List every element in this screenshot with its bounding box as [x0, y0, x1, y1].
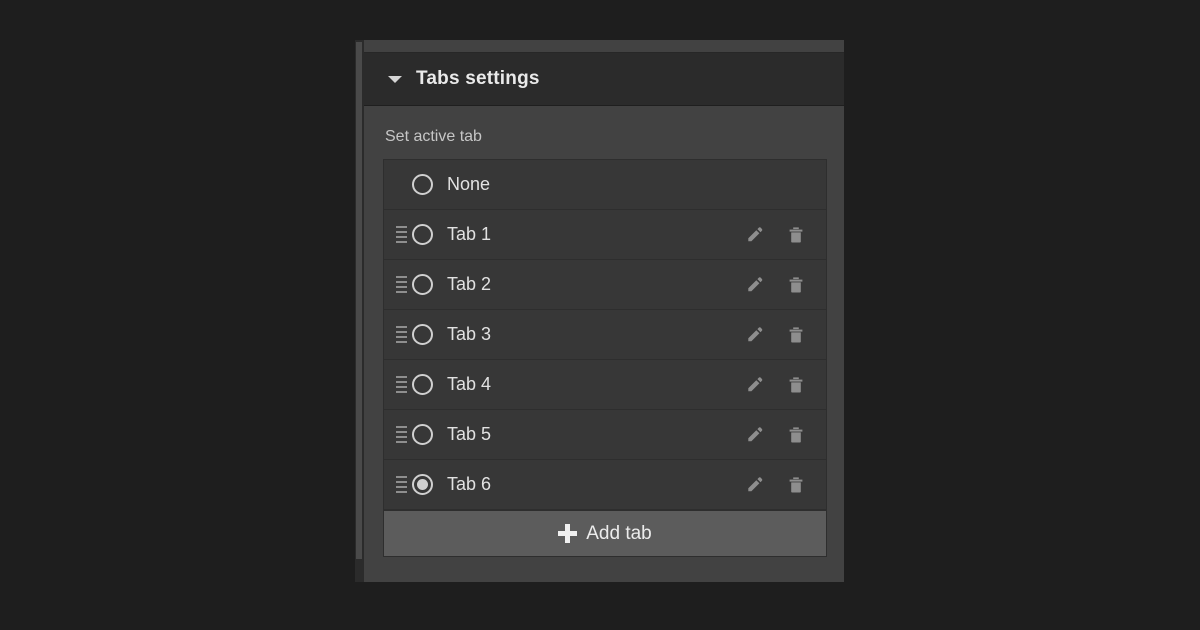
tab-radio-button[interactable]: [412, 224, 433, 245]
tab-row-actions: [744, 225, 806, 245]
tab-row-label: Tab 2: [447, 274, 744, 295]
drag-handle-icon[interactable]: [394, 226, 408, 243]
tab-radio-button[interactable]: [412, 474, 433, 495]
plus-icon: [558, 524, 577, 543]
tab-list-row[interactable]: Tab 5: [384, 410, 826, 460]
caret-down-icon[interactable]: [388, 76, 402, 83]
add-tab-button[interactable]: Add tab: [383, 511, 827, 557]
tab-row-actions: [744, 425, 806, 445]
tab-radio-button[interactable]: [412, 424, 433, 445]
drag-handle-icon[interactable]: [394, 276, 408, 293]
trash-icon[interactable]: [786, 225, 806, 245]
tab-radio-button[interactable]: [412, 174, 433, 195]
tab-list-row[interactable]: Tab 3: [384, 310, 826, 360]
tab-list-row[interactable]: Tab 6: [384, 460, 826, 510]
tab-row-actions: [744, 375, 806, 395]
tab-row-label: Tab 4: [447, 374, 744, 395]
tab-row-label: Tab 6: [447, 474, 744, 495]
tab-radio-button[interactable]: [412, 274, 433, 295]
pencil-icon[interactable]: [744, 425, 764, 445]
trash-icon[interactable]: [786, 475, 806, 495]
previous-section-sliver: [364, 40, 844, 53]
trash-icon[interactable]: [786, 275, 806, 295]
tab-row-actions: [744, 275, 806, 295]
tab-row-actions: [744, 475, 806, 495]
tab-list-row[interactable]: Tab 1: [384, 210, 826, 260]
tab-row-actions: [744, 325, 806, 345]
trash-icon[interactable]: [786, 325, 806, 345]
tab-row-label: None: [447, 174, 806, 195]
tabs-settings-content: Set active tab None Tab 1 Tab 2 Tab 3 Tab 4 T…: [364, 106, 844, 582]
drag-handle-icon[interactable]: [394, 426, 408, 443]
trash-icon[interactable]: [786, 425, 806, 445]
pencil-icon[interactable]: [744, 375, 764, 395]
drag-handle-icon[interactable]: [394, 376, 408, 393]
tab-row-label: Tab 3: [447, 324, 744, 345]
pencil-icon[interactable]: [744, 475, 764, 495]
scrollbar-thumb[interactable]: [356, 42, 362, 559]
drag-handle-icon[interactable]: [394, 326, 408, 343]
add-tab-label: Add tab: [586, 523, 652, 545]
pencil-icon[interactable]: [744, 225, 764, 245]
tab-list-row[interactable]: Tab 4: [384, 360, 826, 410]
set-active-tab-label: Set active tab: [383, 106, 827, 159]
panel-vertical-scrollbar[interactable]: [355, 40, 364, 582]
section-title: Tabs settings: [416, 68, 540, 90]
tab-radio-button[interactable]: [412, 324, 433, 345]
panel-body: Tabs settings Set active tab None Tab 1 Ta…: [364, 40, 844, 582]
tabs-settings-section-header[interactable]: Tabs settings: [364, 53, 844, 106]
pencil-icon[interactable]: [744, 325, 764, 345]
tabs-settings-panel: Tabs settings Set active tab None Tab 1 Ta…: [355, 40, 844, 582]
pencil-icon[interactable]: [744, 275, 764, 295]
trash-icon[interactable]: [786, 375, 806, 395]
drag-handle-placeholder: [394, 176, 408, 193]
drag-handle-icon[interactable]: [394, 476, 408, 493]
tab-list-row[interactable]: Tab 2: [384, 260, 826, 310]
tab-radio-button[interactable]: [412, 374, 433, 395]
tab-row-label: Tab 5: [447, 424, 744, 445]
tab-list: None Tab 1 Tab 2 Tab 3 Tab 4 Tab 5 Tab 6: [383, 159, 827, 511]
tab-list-row[interactable]: None: [384, 160, 826, 210]
tab-row-label: Tab 1: [447, 224, 744, 245]
